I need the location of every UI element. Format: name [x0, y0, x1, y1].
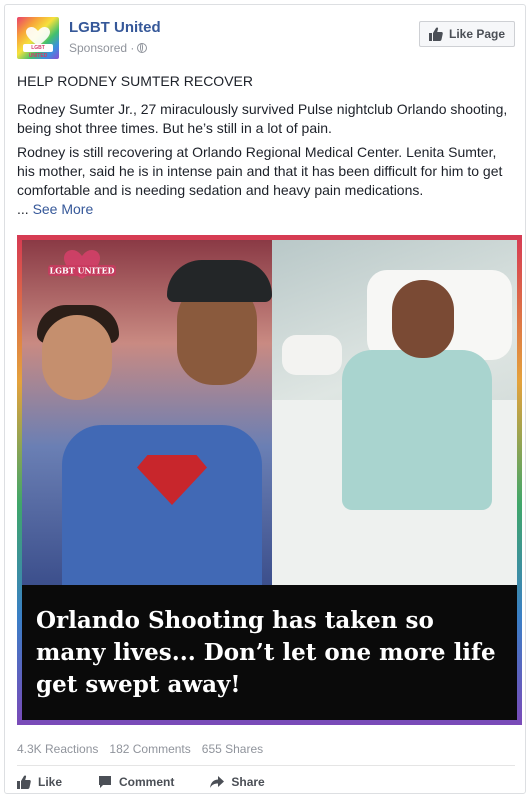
like-label: Like: [38, 775, 63, 789]
share-label: Share: [231, 775, 265, 789]
photo-collage: LGBT UNITED Orlando Shooting has taken s…: [22, 240, 517, 720]
actions-divider: [17, 765, 515, 766]
share-icon: [210, 776, 225, 788]
selfie-photo: LGBT UNITED: [22, 240, 272, 585]
page-name-link[interactable]: LGBT United: [69, 19, 161, 36]
patient-face: [392, 280, 454, 358]
baseball-cap: [167, 260, 272, 302]
hospital-photo: [272, 240, 517, 585]
ellipsis: ...: [17, 201, 29, 217]
sponsored-text: Sponsored ·: [69, 41, 135, 55]
comment-label: Comment: [119, 775, 175, 789]
reactions-count[interactable]: 4.3K Reactions: [17, 742, 98, 756]
comment-button[interactable]: Comment: [98, 775, 174, 789]
child-face: [42, 315, 112, 400]
post-header: LGBT UNITED LGBT United Sponsored · Like…: [17, 17, 515, 65]
lgbt-united-watermark: LGBT UNITED: [48, 250, 116, 279]
like-page-label: Like Page: [448, 27, 506, 41]
shares-count[interactable]: 655 Shares: [202, 742, 263, 756]
sponsored-post-card: LGBT UNITED LGBT United Sponsored · Like…: [4, 4, 526, 794]
like-page-button[interactable]: Like Page: [419, 21, 515, 47]
hospital-gown: [342, 350, 492, 510]
bandaged-hand: [282, 335, 342, 375]
globe-icon: [137, 43, 148, 53]
avatar-text: LGBT UNITED: [23, 44, 53, 59]
image-caption: Orlando Shooting has taken so many lives…: [36, 606, 496, 698]
post-paragraph-2: Rodney is still recovering at Orlando Re…: [17, 143, 517, 219]
sponsored-label: Sponsored ·: [69, 41, 148, 55]
watermark-text: LGBT UNITED: [50, 266, 115, 276]
post-paragraph-2-text: Rodney is still recovering at Orlando Re…: [17, 144, 503, 198]
page-avatar[interactable]: LGBT UNITED: [17, 17, 59, 59]
share-button[interactable]: Share: [210, 775, 265, 789]
engagement-stats: 4.3K Reactions 182 Comments 655 Shares: [17, 742, 263, 756]
see-more-link[interactable]: See More: [33, 201, 94, 217]
like-button[interactable]: Like: [17, 775, 62, 789]
post-image[interactable]: LGBT UNITED Orlando Shooting has taken s…: [17, 235, 522, 725]
image-caption-band: Orlando Shooting has taken so many lives…: [22, 585, 517, 720]
comment-icon: [99, 776, 112, 788]
post-actions: Like Comment Share: [17, 770, 515, 794]
thumbs-up-icon: [428, 27, 443, 41]
superman-shirt: [62, 425, 262, 585]
thumbs-up-icon: [17, 775, 31, 789]
comments-count[interactable]: 182 Comments: [109, 742, 190, 756]
post-paragraph-1: Rodney Sumter Jr., 27 miraculously survi…: [17, 101, 508, 136]
post-headline: HELP RODNEY SUMTER RECOVER: [17, 73, 253, 89]
